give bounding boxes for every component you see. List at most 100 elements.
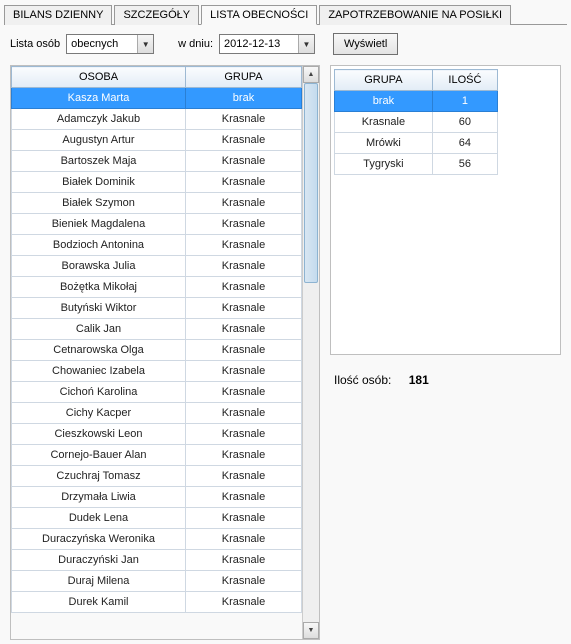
table-row[interactable]: Durek KamilKrasnale (12, 592, 302, 613)
tab-lista-obecnosci[interactable]: LISTA OBECNOŚCI (201, 5, 317, 25)
cell-name: Dudek Lena (12, 508, 186, 529)
tab-zapotrzebowanie[interactable]: ZAPOTRZEBOWANIE NA POSIŁKI (319, 5, 511, 25)
cell-name: Butyński Wiktor (12, 298, 186, 319)
cell-count: 1 (432, 91, 497, 112)
cell-group: Krasnale (186, 235, 302, 256)
table-row[interactable]: Białek DominikKrasnale (12, 172, 302, 193)
cell-group: Krasnale (186, 193, 302, 214)
table-row[interactable]: Cichy KacperKrasnale (12, 403, 302, 424)
cell-name: Chowaniec Izabela (12, 361, 186, 382)
table-row[interactable]: Adamczyk JakubKrasnale (12, 109, 302, 130)
date-combo[interactable]: ▼ (219, 34, 315, 54)
table-row[interactable]: Białek SzymonKrasnale (12, 193, 302, 214)
count-line: Ilość osób: 181 (330, 373, 561, 387)
col-grupa[interactable]: GRUPA (186, 67, 302, 88)
cell-name: Augustyn Artur (12, 130, 186, 151)
col-ilosc[interactable]: ILOŚĆ (432, 70, 497, 91)
cell-name: Białek Szymon (12, 193, 186, 214)
date-input[interactable] (220, 38, 298, 50)
cell-group: Krasnale (186, 319, 302, 340)
cell-group: Krasnale (186, 592, 302, 613)
cell-name: Duraczyńska Weronika (12, 529, 186, 550)
table-row[interactable]: Bieniek MagdalenaKrasnale (12, 214, 302, 235)
cell-name: Bożętka Mikołaj (12, 277, 186, 298)
table-row[interactable]: brak1 (335, 91, 498, 112)
chevron-down-icon[interactable]: ▼ (137, 35, 153, 53)
cell-group: Mrówki (335, 133, 433, 154)
table-row[interactable]: Cornejo-Bauer AlanKrasnale (12, 445, 302, 466)
cell-name: Cieszkowski Leon (12, 424, 186, 445)
scroll-down-icon[interactable]: ▼ (303, 622, 319, 639)
table-row[interactable]: Dudek LenaKrasnale (12, 508, 302, 529)
list-label: Lista osób (10, 38, 60, 50)
table-row[interactable]: Mrówki64 (335, 133, 498, 154)
cell-group: Krasnale (186, 256, 302, 277)
col-osoba[interactable]: OSOBA (12, 67, 186, 88)
cell-name: Durek Kamil (12, 592, 186, 613)
tab-bilans-dzienny[interactable]: BILANS DZIENNY (4, 5, 112, 25)
table-row[interactable]: Augustyn ArturKrasnale (12, 130, 302, 151)
cell-name: Bodzioch Antonina (12, 235, 186, 256)
cell-group: Krasnale (186, 151, 302, 172)
cell-group: Krasnale (186, 361, 302, 382)
table-row[interactable]: Cichoń KarolinaKrasnale (12, 382, 302, 403)
table-row[interactable]: Kasza Martabrak (12, 88, 302, 109)
table-row[interactable]: Duraczyńska WeronikaKrasnale (12, 529, 302, 550)
table-row[interactable]: Krasnale60 (335, 112, 498, 133)
cell-count: 64 (432, 133, 497, 154)
cell-group: Tygryski (335, 154, 433, 175)
cell-group: Krasnale (186, 487, 302, 508)
cell-name: Cornejo-Bauer Alan (12, 445, 186, 466)
cell-group: Krasnale (186, 508, 302, 529)
cell-group: Krasnale (186, 130, 302, 151)
table-row[interactable]: Borawska JuliaKrasnale (12, 256, 302, 277)
summary-table[interactable]: GRUPA ILOŚĆ brak1Krasnale60Mrówki64Tygry… (334, 69, 498, 175)
cell-name: Borawska Julia (12, 256, 186, 277)
cell-group: Krasnale (186, 109, 302, 130)
cell-name: Cichoń Karolina (12, 382, 186, 403)
cell-group: Krasnale (186, 424, 302, 445)
count-label: Ilość osób: (334, 373, 391, 387)
chevron-down-icon[interactable]: ▼ (298, 35, 314, 53)
list-type-input[interactable] (67, 38, 137, 50)
table-row[interactable]: Cieszkowski LeonKrasnale (12, 424, 302, 445)
cell-group: brak (335, 91, 433, 112)
table-row[interactable]: Bodzioch AntoninaKrasnale (12, 235, 302, 256)
col-grupa[interactable]: GRUPA (335, 70, 433, 91)
table-row[interactable]: Duraczyński JanKrasnale (12, 550, 302, 571)
cell-group: Krasnale (186, 529, 302, 550)
cell-count: 56 (432, 154, 497, 175)
cell-group: brak (186, 88, 302, 109)
scroll-thumb[interactable] (304, 83, 318, 283)
cell-name: Drzymała Liwia (12, 487, 186, 508)
table-row[interactable]: Butyński WiktorKrasnale (12, 298, 302, 319)
cell-name: Duraczyński Jan (12, 550, 186, 571)
cell-group: Krasnale (186, 340, 302, 361)
tab-szczegoly[interactable]: SZCZEGÓŁY (114, 5, 199, 25)
count-value: 181 (409, 373, 429, 387)
table-row[interactable]: Bożętka MikołajKrasnale (12, 277, 302, 298)
scrollbar[interactable]: ▲ ▼ (302, 66, 319, 639)
scroll-up-icon[interactable]: ▲ (303, 66, 319, 83)
filter-toolbar: Lista osób ▼ w dniu: ▼ Wyświetl (4, 33, 567, 55)
cell-name: Czuchraj Tomasz (12, 466, 186, 487)
cell-group: Krasnale (186, 445, 302, 466)
cell-name: Białek Dominik (12, 172, 186, 193)
table-row[interactable]: Tygryski56 (335, 154, 498, 175)
table-row[interactable]: Cetnarowska OlgaKrasnale (12, 340, 302, 361)
day-label: w dniu: (178, 38, 213, 50)
table-row[interactable]: Chowaniec IzabelaKrasnale (12, 361, 302, 382)
table-row[interactable]: Drzymała LiwiaKrasnale (12, 487, 302, 508)
people-table[interactable]: OSOBA GRUPA Kasza MartabrakAdamczyk Jaku… (11, 66, 302, 613)
table-row[interactable]: Calik JanKrasnale (12, 319, 302, 340)
cell-group: Krasnale (186, 571, 302, 592)
table-row[interactable]: Czuchraj TomaszKrasnale (12, 466, 302, 487)
show-button[interactable]: Wyświetl (333, 33, 398, 55)
cell-group: Krasnale (186, 550, 302, 571)
table-row[interactable]: Duraj MilenaKrasnale (12, 571, 302, 592)
cell-name: Calik Jan (12, 319, 186, 340)
cell-group: Krasnale (186, 277, 302, 298)
list-type-combo[interactable]: ▼ (66, 34, 154, 54)
cell-name: Bartoszek Maja (12, 151, 186, 172)
table-row[interactable]: Bartoszek MajaKrasnale (12, 151, 302, 172)
